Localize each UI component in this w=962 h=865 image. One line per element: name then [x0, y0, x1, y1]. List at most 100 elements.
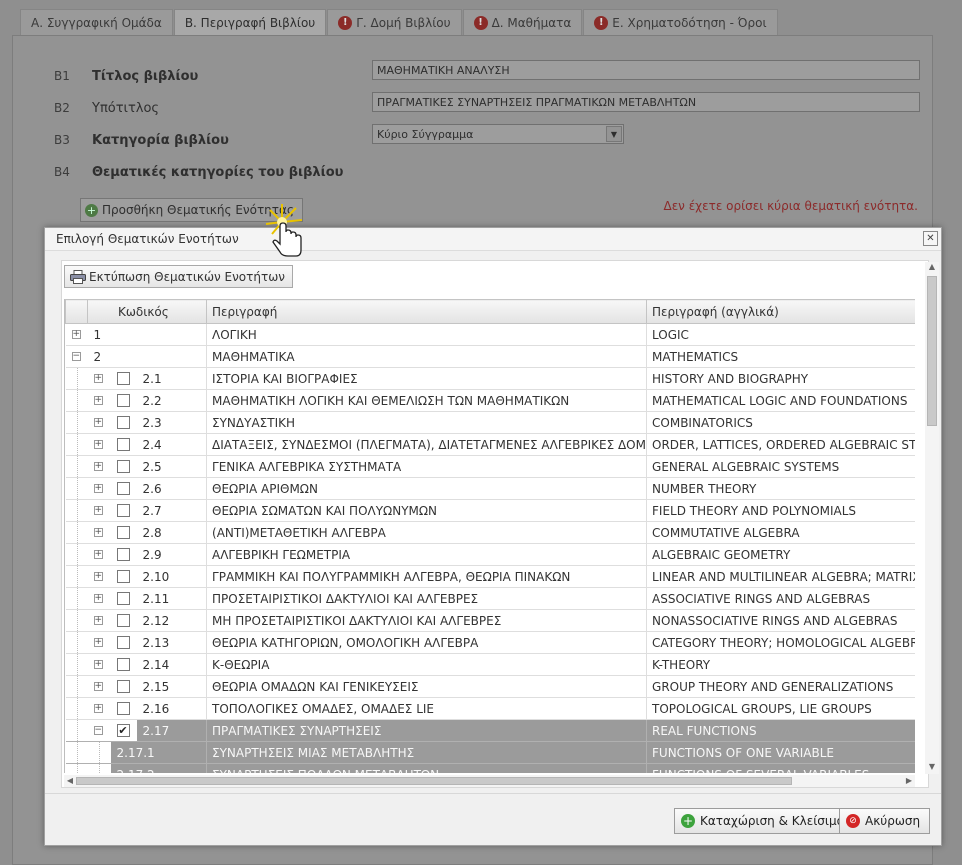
collapse-icon[interactable]: − — [93, 726, 103, 735]
print-subjects-button[interactable]: Εκτύπωση Θεματικών Ενοτήτων — [64, 265, 293, 288]
collapse-icon[interactable]: − — [71, 352, 81, 361]
tree-row[interactable]: +2.3 ΣΥΝΔΥΑΣΤΙΚΗ COMBINATORICS — [65, 411, 915, 434]
expand-icon[interactable]: + — [93, 572, 103, 581]
expand-icon[interactable]: + — [93, 682, 103, 691]
row-description-en: GENERAL ALGEBRAIC SYSTEMS — [646, 455, 915, 478]
expand-icon[interactable]: + — [71, 330, 81, 339]
tab-courses[interactable]: ! Δ. Μαθήματα — [462, 9, 583, 35]
tree-row[interactable]: +2.8 (ΑΝΤΙ)ΜΕΤΑΘΕΤΙΚΗ ΑΛΓΕΒΡΑ COMMUTATIVE … — [65, 521, 915, 544]
expand-icon[interactable]: + — [93, 660, 103, 669]
tree-row[interactable]: +2.2 ΜΑΘΗΜΑΤΙΚΗ ΛΟΓΙΚΗ ΚΑΙ ΘΕΜΕΛΙΩΣΗ ΤΩΝ … — [65, 389, 915, 412]
chevron-down-icon[interactable]: ▼ — [606, 126, 622, 142]
expand-icon[interactable]: + — [93, 704, 103, 713]
row-description-en: REAL FUNCTIONS — [646, 719, 915, 742]
tree-row[interactable]: +2.13 ΘΕΩΡΙΑ ΚΑΤΗΓΟΡΙΩΝ, ΟΜΟΛΟΓΙΚΗ ΑΛΓΕΒΡ… — [65, 631, 915, 654]
vertical-scrollbar[interactable]: ▲ ▼ — [925, 262, 939, 774]
tab-book-structure[interactable]: ! Γ. Δομή Βιβλίου — [327, 9, 462, 35]
tree-indent: + — [87, 499, 111, 522]
field-label: Υπότιτλος — [92, 100, 160, 116]
expand-icon[interactable]: + — [93, 396, 103, 405]
field-code: Β1 — [54, 69, 70, 83]
expand-icon[interactable]: + — [93, 594, 103, 603]
field-label: Κατηγορία βιβλίου — [92, 132, 229, 148]
tree-row[interactable]: 2.17.2ΣΥΝΑΡΤΗΣΕΙΣ ΠΟΛΛΩΝ ΜΕΤΑΒΛΗΤΩΝFUNCT… — [65, 763, 915, 773]
row-checkbox[interactable] — [116, 592, 130, 605]
scroll-right-icon[interactable]: ▶ — [903, 775, 915, 787]
column-header-code[interactable]: Κωδικός — [86, 299, 208, 324]
row-checkbox[interactable] — [116, 416, 130, 429]
row-checkbox[interactable] — [116, 702, 130, 715]
tree-row[interactable]: −2 ΜΑΘΗΜΑΤΙΚΑ MATHEMATICS — [65, 345, 915, 368]
row-checkbox[interactable] — [116, 372, 130, 385]
expand-icon[interactable]: + — [93, 374, 103, 383]
row-description: ΘΕΩΡΙΑ ΚΑΤΗΓΟΡΙΩΝ, ΟΜΟΛΟΓΙΚΗ ΑΛΓΕΒΡΑ — [206, 631, 648, 654]
row-code: 2.14 — [136, 653, 208, 676]
row-description: ΘΕΩΡΙΑ ΟΜΑΔΩΝ ΚΑΙ ΓΕΝΙΚΕΥΣΕΙΣ — [206, 675, 648, 698]
row-checkbox[interactable] — [116, 614, 130, 627]
row-checkbox[interactable] — [116, 526, 130, 539]
row-checkbox[interactable] — [116, 482, 130, 495]
save-and-close-button[interactable]: + Καταχώριση & Κλείσιμο — [674, 808, 854, 834]
book-title-input[interactable]: ΜΑΘΗΜΑΤΙΚΗ ΑΝΑΛΥΣΗ — [372, 60, 920, 80]
book-category-select[interactable]: Κύριο Σύγγραμμα ▼ — [372, 124, 624, 144]
row-description: ΙΣΤΟΡΙΑ ΚΑΙ ΒΙΟΓΡΑΦΙΕΣ — [206, 367, 648, 390]
expand-icon[interactable]: + — [93, 638, 103, 647]
row-checkbox[interactable] — [116, 658, 130, 671]
tree-row[interactable]: +2.11 ΠΡΟΣΕΤΑΙΡΙΣΤΙΚΟΙ ΔΑΚΤΥΛΙΟΙ ΚΑΙ ΑΛΓΕ… — [65, 587, 915, 610]
row-checkbox[interactable] — [116, 548, 130, 561]
expand-icon[interactable]: + — [93, 440, 103, 449]
expand-icon[interactable]: + — [93, 528, 103, 537]
tree-row[interactable]: +2.10 ΓΡΑΜΜΙΚΗ ΚΑΙ ΠΟΛΥΓΡΑΜΜΙΚΗ ΑΛΓΕΒΡΑ, … — [65, 565, 915, 588]
tree-row[interactable]: +2.9 ΑΛΓΕΒΡΙΚΗ ΓΕΩΜΕΤΡΙΑ ALGEBRAIC GEOMETR… — [65, 543, 915, 566]
row-checkbox[interactable] — [116, 438, 130, 451]
expand-icon[interactable]: + — [93, 418, 103, 427]
tree-row[interactable]: +2.7 ΘΕΩΡΙΑ ΣΩΜΑΤΩΝ ΚΑΙ ΠΟΛΥΩΝΥΜΩΝ FIELD T… — [65, 499, 915, 522]
cancel-button[interactable]: ⊘ Ακύρωση — [839, 808, 931, 834]
scrollbar-thumb[interactable] — [927, 276, 937, 426]
row-checkbox[interactable] — [116, 680, 130, 693]
book-subtitle-input[interactable]: ΠΡΑΓΜΑΤΙΚΕΣ ΣΥΝΑΡΤΗΣΕΙΣ ΠΡΑΓΜΑΤΙΚΩΝ ΜΕΤΑ… — [372, 92, 920, 112]
scrollbar-thumb[interactable] — [76, 777, 792, 785]
tree-row[interactable]: +2.16 ΤΟΠΟΛΟΓΙΚΕΣ ΟΜΑΔΕΣ, ΟΜΑΔΕΣ LIE TOPOL… — [65, 697, 915, 720]
expand-icon[interactable]: + — [93, 550, 103, 559]
row-description: ΠΡΟΣΕΤΑΙΡΙΣΤΙΚΟΙ ΔΑΚΤΥΛΙΟΙ ΚΑΙ ΑΛΓΕΒΡΕΣ — [206, 587, 648, 610]
row-checkbox[interactable] — [116, 636, 130, 649]
close-icon[interactable]: ✕ — [923, 231, 938, 246]
tree-row[interactable]: +1 ΛΟΓΙΚΗ LOGIC — [65, 323, 915, 346]
tab-authors[interactable]: Α. Συγγραφική Ομάδα — [20, 9, 173, 35]
expand-icon[interactable]: + — [93, 484, 103, 493]
row-checkbox[interactable] — [116, 570, 130, 583]
scroll-down-icon[interactable]: ▼ — [925, 762, 939, 774]
tab-book-description[interactable]: Β. Περιγραφή Βιβλίου — [173, 9, 327, 35]
scroll-left-icon[interactable]: ◀ — [64, 775, 76, 787]
expand-icon[interactable]: + — [93, 462, 103, 471]
tree-indent — [65, 565, 88, 588]
tree-row[interactable]: +2.1 ΙΣΤΟΡΙΑ ΚΑΙ ΒΙΟΓΡΑΦΙΕΣ HISTORY AND BI… — [65, 367, 915, 390]
tree-control — [110, 521, 137, 544]
row-checkbox[interactable]: ✔ — [116, 724, 130, 737]
tree-row[interactable]: +2.15 ΘΕΩΡΙΑ ΟΜΑΔΩΝ ΚΑΙ ΓΕΝΙΚΕΥΣΕΙΣ GROUP … — [65, 675, 915, 698]
row-code: 1 — [87, 323, 208, 346]
tree-row[interactable]: +2.6 ΘΕΩΡΙΑ ΑΡΙΘΜΩΝ NUMBER THEORY — [65, 477, 915, 500]
expand-icon[interactable]: + — [93, 616, 103, 625]
tree-row[interactable]: 2.17.1 ΣΥΝΑΡΤΗΣΕΙΣ ΜΙΑΣ ΜΕΤΑΒΛΗΤΗΣ FUNCTIO… — [65, 741, 915, 764]
tree-row[interactable]: +2.14 Κ-ΘΕΩΡΙΑ K-THEORY — [65, 653, 915, 676]
tree-row[interactable]: +2.12 ΜΗ ΠΡΟΣΕΤΑΙΡΙΣΤΙΚΟΙ ΔΑΚΤΥΛΙΟΙ ΚΑΙ Α… — [65, 609, 915, 632]
row-code: 2.1 — [136, 367, 208, 390]
tree-row[interactable]: − ✔ 2.17 ΠΡΑΓΜΑΤΙΚΕΣ ΣΥΝΑΡΤΗΣΕΙΣ REAL FUNCTI… — [65, 719, 915, 742]
row-checkbox[interactable] — [116, 394, 130, 407]
warning-icon: ! — [338, 15, 353, 30]
row-checkbox[interactable] — [116, 504, 130, 517]
horizontal-scrollbar[interactable]: ◀ ▶ — [64, 775, 915, 787]
tab-funding-terms[interactable]: ! Ε. Χρηματοδότηση - Όροι — [583, 9, 778, 35]
scroll-up-icon[interactable]: ▲ — [925, 262, 939, 274]
tree-row[interactable]: +2.5 ΓΕΝΙΚΑ ΑΛΓΕΒΡΙΚΑ ΣΥΣΤΗΜΑΤΑ GENERAL AL… — [65, 455, 915, 478]
expand-icon[interactable]: + — [93, 506, 103, 515]
row-checkbox[interactable] — [116, 460, 130, 473]
column-header-description[interactable]: Περιγραφή — [206, 299, 648, 324]
tree-guide-line — [76, 390, 78, 411]
row-description: ΘΕΩΡΙΑ ΑΡΙΘΜΩΝ — [206, 477, 648, 500]
tree-row[interactable]: +2.4 ΔΙΑΤΑΞΕΙΣ, ΣΥΝΔΕΣΜΟΙ (ΠΛΕΓΜΑΤΑ), ΔΙΑ… — [65, 433, 915, 456]
column-header-description-en[interactable]: Περιγραφή (αγγλικά) — [646, 299, 915, 324]
row-description: ΣΥΝΔΥΑΣΤΙΚΗ — [206, 411, 648, 434]
